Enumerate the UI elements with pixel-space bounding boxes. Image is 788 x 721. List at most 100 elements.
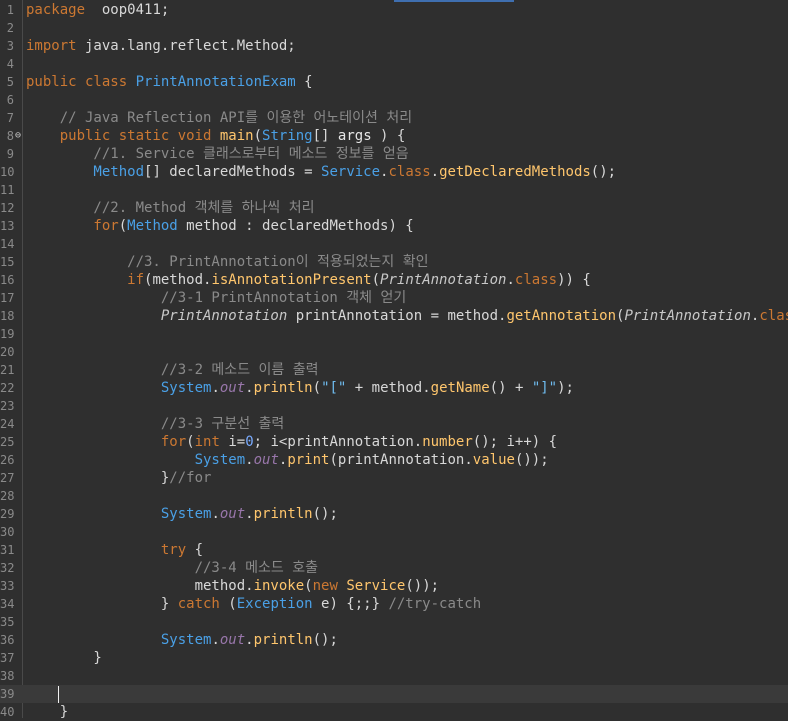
code-token: ( bbox=[304, 578, 313, 594]
code-text[interactable]: try { bbox=[26, 541, 203, 559]
code-text[interactable]: if(method.isAnnotationPresent(PrintAnnot… bbox=[26, 271, 591, 289]
code-line[interactable]: 30 bbox=[0, 523, 788, 541]
code-token: getAnnotation bbox=[506, 308, 617, 324]
code-line[interactable]: 22 System.out.println("[" + method.getNa… bbox=[0, 379, 788, 397]
code-text[interactable]: }//for bbox=[26, 469, 212, 487]
code-line[interactable]: 9 //1. Service 클래스로부터 메소드 정보를 얻음 bbox=[0, 145, 788, 163]
code-line[interactable]: 3 import java.lang.reflect.Method; bbox=[0, 37, 788, 55]
code-token: ()); bbox=[405, 578, 440, 594]
code-text[interactable]: } bbox=[26, 703, 68, 721]
code-line[interactable]: 15 //3. PrintAnnotation이 적용되었는지 확인 bbox=[0, 253, 788, 271]
code-text[interactable]: } catch (Exception e) {;;} //try-catch bbox=[26, 595, 481, 613]
code-token: (printAnnotation. bbox=[329, 452, 473, 468]
line-number: 4 bbox=[6, 57, 14, 71]
code-line[interactable]: 2 bbox=[0, 19, 788, 37]
code-text[interactable]: public class PrintAnnotationExam { bbox=[26, 73, 313, 91]
code-text[interactable]: System.out.println("[" + method.getName(… bbox=[26, 379, 574, 397]
code-line[interactable]: 18 PrintAnnotation printAnnotation = met… bbox=[0, 307, 788, 325]
code-text[interactable]: package oop0411; bbox=[26, 1, 169, 19]
code-token: ( bbox=[118, 218, 128, 234]
line-number: 8 bbox=[6, 129, 14, 143]
code-line[interactable]: 10 Method[] declaredMethods = Service.cl… bbox=[0, 163, 788, 181]
code-text[interactable]: //1. Service 클래스로부터 메소드 정보를 얻음 bbox=[26, 145, 408, 163]
code-line[interactable]: 4 bbox=[0, 55, 788, 73]
code-line[interactable]: 1 package oop0411; bbox=[0, 1, 788, 19]
code-line[interactable]: 24 //3-3 구분선 출력 bbox=[0, 415, 788, 433]
code-token: )) { bbox=[557, 272, 591, 288]
line-number: 3 bbox=[6, 39, 14, 53]
code-token: System bbox=[26, 452, 246, 468]
code-line[interactable]: 17 //3-1 PrintAnnotation 객체 얻기 bbox=[0, 289, 788, 307]
code-token: PrintAnnotation bbox=[26, 308, 288, 324]
code-text[interactable]: for(int i=0; i<printAnnotation.number();… bbox=[26, 433, 557, 451]
code-token: PrintAnnotationExam bbox=[135, 74, 296, 90]
code-text[interactable]: System.out.println(); bbox=[26, 505, 338, 523]
code-text[interactable]: //3. PrintAnnotation이 적용되었는지 확인 bbox=[26, 253, 428, 271]
code-line[interactable]: 23 bbox=[0, 397, 788, 415]
code-line[interactable]: 29 System.out.println(); bbox=[0, 505, 788, 523]
code-text[interactable]: } bbox=[26, 649, 101, 667]
code-line[interactable]: 35 bbox=[0, 613, 788, 631]
code-token: . bbox=[211, 506, 220, 522]
code-text[interactable]: import java.lang.reflect.Method; bbox=[26, 37, 296, 55]
code-text[interactable]: //3-3 구분선 출력 bbox=[26, 415, 284, 433]
code-text[interactable]: //3-1 PrintAnnotation 객체 얻기 bbox=[26, 289, 406, 307]
code-line[interactable]: 34 } catch (Exception e) {;;} //try-catc… bbox=[0, 595, 788, 613]
code-line[interactable]: 33 method.invoke(new Service()); bbox=[0, 577, 788, 595]
code-token: method : declaredMethods) { bbox=[177, 218, 414, 234]
code-line[interactable]: 14 bbox=[0, 235, 788, 253]
line-number: 13 bbox=[0, 219, 15, 233]
code-line[interactable]: 31 try { bbox=[0, 541, 788, 559]
fold-toggle-icon[interactable]: ⊖ bbox=[15, 127, 21, 145]
code-line[interactable]: 19 bbox=[0, 325, 788, 343]
code-token: class bbox=[388, 164, 431, 180]
code-line[interactable]: 26 System.out.print(printAnnotation.valu… bbox=[0, 451, 788, 469]
code-text[interactable]: method.invoke(new Service()); bbox=[26, 577, 440, 595]
code-token: ( bbox=[371, 272, 381, 288]
code-line[interactable]: 5 public class PrintAnnotationExam { bbox=[0, 73, 788, 91]
code-token: catch bbox=[177, 596, 220, 612]
code-token: ()); bbox=[514, 452, 549, 468]
code-line[interactable]: 8 ⊖ public static void main(String[] args… bbox=[0, 127, 788, 145]
code-line[interactable]: 28 bbox=[0, 487, 788, 505]
code-line[interactable]: 39 bbox=[0, 685, 788, 703]
line-number: 27 bbox=[0, 471, 15, 485]
code-line[interactable]: 13 for(Method method : declaredMethods) … bbox=[0, 217, 788, 235]
code-text[interactable]: PrintAnnotation printAnnotation = method… bbox=[26, 307, 788, 325]
line-number: 40 bbox=[0, 705, 15, 719]
code-line[interactable]: 38 bbox=[0, 667, 788, 685]
code-line[interactable]: 32 //3-4 메소드 호출 bbox=[0, 559, 788, 577]
code-token: class bbox=[514, 272, 558, 288]
code-line[interactable]: 20 bbox=[0, 343, 788, 361]
code-line[interactable]: 27 }//for bbox=[0, 469, 788, 487]
code-line[interactable]: 11 bbox=[0, 181, 788, 199]
code-line[interactable]: 12 //2. Method 객체를 하나씩 처리 bbox=[0, 199, 788, 217]
code-text[interactable]: // Java Reflection API를 이용한 어노테이션 처리 bbox=[26, 109, 412, 127]
line-number: 25 bbox=[0, 435, 15, 449]
code-line[interactable]: 40 } bbox=[0, 703, 788, 721]
line-number: 11 bbox=[0, 183, 15, 197]
line-number: 21 bbox=[0, 363, 15, 377]
code-line[interactable]: 6 bbox=[0, 91, 788, 109]
code-text[interactable]: //3-4 메소드 호출 bbox=[26, 559, 318, 577]
code-line[interactable]: 37 } bbox=[0, 649, 788, 667]
code-text[interactable]: public static void main(String[] args ) … bbox=[26, 127, 406, 145]
code-token: System bbox=[26, 506, 212, 522]
code-line[interactable]: 25 for(int i=0; i<printAnnotation.number… bbox=[0, 433, 788, 451]
line-number: 19 bbox=[0, 327, 15, 341]
code-text[interactable]: System.out.println(); bbox=[26, 631, 338, 649]
code-text[interactable]: //3-2 메소드 이름 출력 bbox=[26, 361, 319, 379]
code-text[interactable]: for(Method method : declaredMethods) { bbox=[26, 217, 414, 235]
code-editor[interactable]: 1 package oop0411; 2 3 import java.lang.refl… bbox=[0, 0, 788, 721]
code-token: for bbox=[26, 434, 187, 450]
code-line[interactable]: 7 // Java Reflection API를 이용한 어노테이션 처리 bbox=[0, 109, 788, 127]
code-token: Service bbox=[346, 578, 406, 594]
code-line[interactable]: 36 System.out.println(); bbox=[0, 631, 788, 649]
text-cursor bbox=[58, 686, 59, 703]
code-line[interactable]: 21 //3-2 메소드 이름 출력 bbox=[0, 361, 788, 379]
code-text[interactable]: System.out.print(printAnnotation.value()… bbox=[26, 451, 549, 469]
code-line[interactable]: 16 if(method.isAnnotationPresent(PrintAn… bbox=[0, 271, 788, 289]
code-token: String bbox=[262, 128, 313, 144]
code-text[interactable]: Method[] declaredMethods = Service.class… bbox=[26, 163, 616, 181]
code-text[interactable]: //2. Method 객체를 하나씩 처리 bbox=[26, 199, 314, 217]
